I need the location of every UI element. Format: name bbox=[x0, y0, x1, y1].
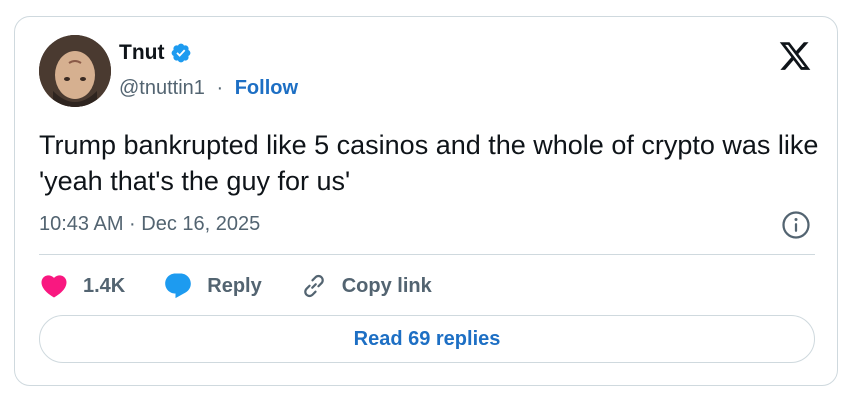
read-replies-button[interactable]: Read 69 replies bbox=[39, 315, 815, 363]
x-logo-icon[interactable] bbox=[777, 39, 813, 73]
verified-badge-icon bbox=[170, 42, 192, 64]
author-handle-row: @tnuttin1 · Follow bbox=[119, 77, 298, 100]
author-handle[interactable]: @tnuttin1 bbox=[119, 77, 205, 99]
tweet-timestamp[interactable]: 10:43 AM · Dec 16, 2025 bbox=[39, 213, 260, 236]
like-count: 1.4K bbox=[83, 274, 126, 297]
like-button[interactable]: 1.4K bbox=[39, 271, 125, 301]
avatar-image bbox=[39, 35, 111, 107]
read-replies-label: Read 69 replies bbox=[353, 327, 501, 350]
info-icon[interactable] bbox=[781, 210, 811, 240]
copy-link-button[interactable]: Copy link bbox=[300, 272, 432, 300]
handle-separator: · bbox=[216, 77, 224, 99]
speech-bubble-icon bbox=[165, 273, 192, 299]
link-icon bbox=[303, 274, 324, 298]
heart-icon bbox=[41, 275, 67, 298]
tweet-card: Tnut @tnuttin1 · Follow Trump bankrupted… bbox=[14, 16, 838, 386]
action-bar: 1.4K Reply Copy link bbox=[39, 269, 470, 303]
author-name[interactable]: Tnut bbox=[119, 41, 164, 65]
tweet-text: Trump bankrupted like 5 casinos and the … bbox=[39, 130, 819, 196]
author-name-row[interactable]: Tnut bbox=[119, 41, 192, 65]
reply-button[interactable]: Reply bbox=[163, 271, 262, 301]
divider bbox=[39, 254, 815, 255]
reply-label: Reply bbox=[207, 274, 262, 297]
follow-button[interactable]: Follow bbox=[235, 77, 298, 99]
copy-link-label: Copy link bbox=[341, 274, 432, 297]
avatar[interactable] bbox=[39, 35, 111, 107]
